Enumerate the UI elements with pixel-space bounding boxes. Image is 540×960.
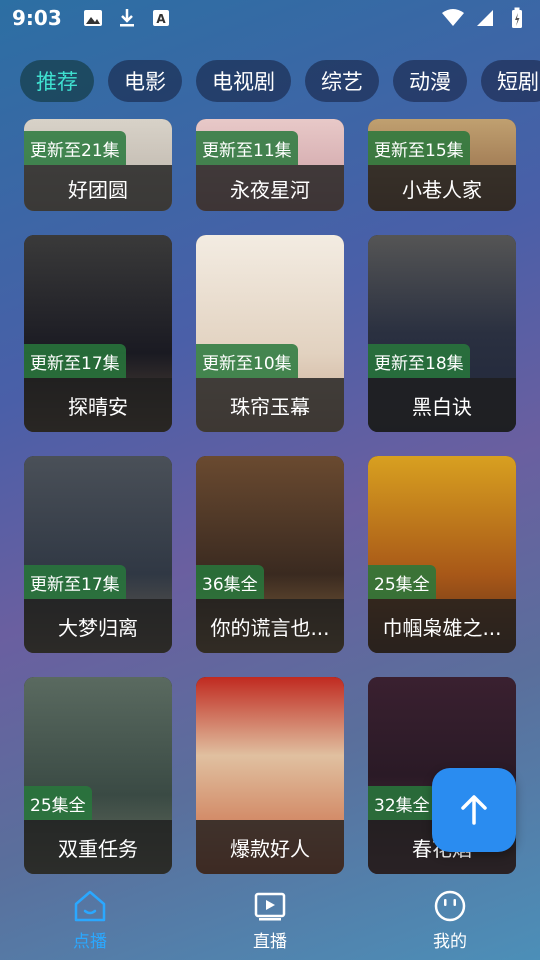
video-card[interactable]: 36集全 你的谎言也... <box>196 456 344 653</box>
tab-recommend[interactable]: 推荐 <box>20 60 94 102</box>
video-card[interactable]: 更新至11集 永夜星河 <box>196 119 344 211</box>
smiley-icon <box>434 890 466 921</box>
episode-badge: 更新至10集 <box>196 344 298 378</box>
status-bar: 9:03 A <box>0 0 540 36</box>
video-card[interactable]: 25集全 双重任务 <box>24 677 172 874</box>
video-title: 好团圆 <box>24 165 172 211</box>
tab-variety[interactable]: 综艺 <box>305 60 379 102</box>
tab-tv-series[interactable]: 电视剧 <box>196 60 291 102</box>
episode-badge: 36集全 <box>196 565 264 599</box>
arrow-up-icon <box>461 795 487 825</box>
download-icon <box>116 7 138 29</box>
episode-badge: 更新至17集 <box>24 565 126 599</box>
image-icon <box>82 7 104 29</box>
nav-label: 我的 <box>433 931 467 952</box>
video-card[interactable]: 更新至18集 黑白诀 <box>368 235 516 432</box>
video-card[interactable]: 爆款好人 <box>196 677 344 874</box>
video-card[interactable]: 更新至17集 大梦归离 <box>24 456 172 653</box>
tab-anime[interactable]: 动漫 <box>393 60 467 102</box>
tab-movies[interactable]: 电影 <box>108 60 182 102</box>
category-tabs: 推荐 电影 电视剧 综艺 动漫 短剧 <box>20 60 540 102</box>
video-title: 巾帼枭雄之... <box>368 599 516 653</box>
status-time: 9:03 <box>12 6 62 30</box>
video-card[interactable]: 25集全 巾帼枭雄之... <box>368 456 516 653</box>
nav-label: 点播 <box>73 931 107 952</box>
episode-badge: 更新至15集 <box>368 131 470 165</box>
nav-profile[interactable]: 我的 <box>390 889 510 952</box>
video-title: 你的谎言也... <box>196 599 344 653</box>
video-grid: 更新至21集 好团圆 更新至11集 永夜星河 更新至15集 小巷人家 更新至17… <box>24 119 516 877</box>
nav-live[interactable]: 直播 <box>210 889 330 952</box>
nav-vod[interactable]: 点播 <box>30 889 150 952</box>
video-title: 探晴安 <box>24 378 172 432</box>
scroll-top-button[interactable] <box>432 768 516 852</box>
video-title: 双重任务 <box>24 820 172 874</box>
video-title: 黑白诀 <box>368 378 516 432</box>
video-title: 爆款好人 <box>196 820 344 874</box>
tab-short-drama[interactable]: 短剧 <box>481 60 540 102</box>
font-icon: A <box>150 7 172 29</box>
episode-badge: 更新至11集 <box>196 131 298 165</box>
episode-badge: 更新至18集 <box>368 344 470 378</box>
video-title: 永夜星河 <box>196 165 344 211</box>
bottom-navigation: 点播 直播 我的 <box>0 880 540 960</box>
video-title: 小巷人家 <box>368 165 516 211</box>
svg-text:A: A <box>156 12 166 26</box>
nav-label: 直播 <box>253 931 287 952</box>
home-icon <box>74 890 106 921</box>
video-title: 大梦归离 <box>24 599 172 653</box>
signal-icon <box>474 7 496 29</box>
video-card[interactable]: 更新至10集 珠帘玉幕 <box>196 235 344 432</box>
video-title: 珠帘玉幕 <box>196 378 344 432</box>
episode-badge: 32集全 <box>368 786 436 820</box>
play-icon <box>254 892 286 920</box>
episode-badge: 25集全 <box>24 786 92 820</box>
video-card[interactable]: 更新至21集 好团圆 <box>24 119 172 211</box>
video-card[interactable]: 更新至17集 探晴安 <box>24 235 172 432</box>
episode-badge: 更新至17集 <box>24 344 126 378</box>
episode-badge: 更新至21集 <box>24 131 126 165</box>
wifi-icon <box>442 7 464 29</box>
video-card[interactable]: 更新至15集 小巷人家 <box>368 119 516 211</box>
episode-badge: 25集全 <box>368 565 436 599</box>
battery-icon <box>506 7 528 29</box>
